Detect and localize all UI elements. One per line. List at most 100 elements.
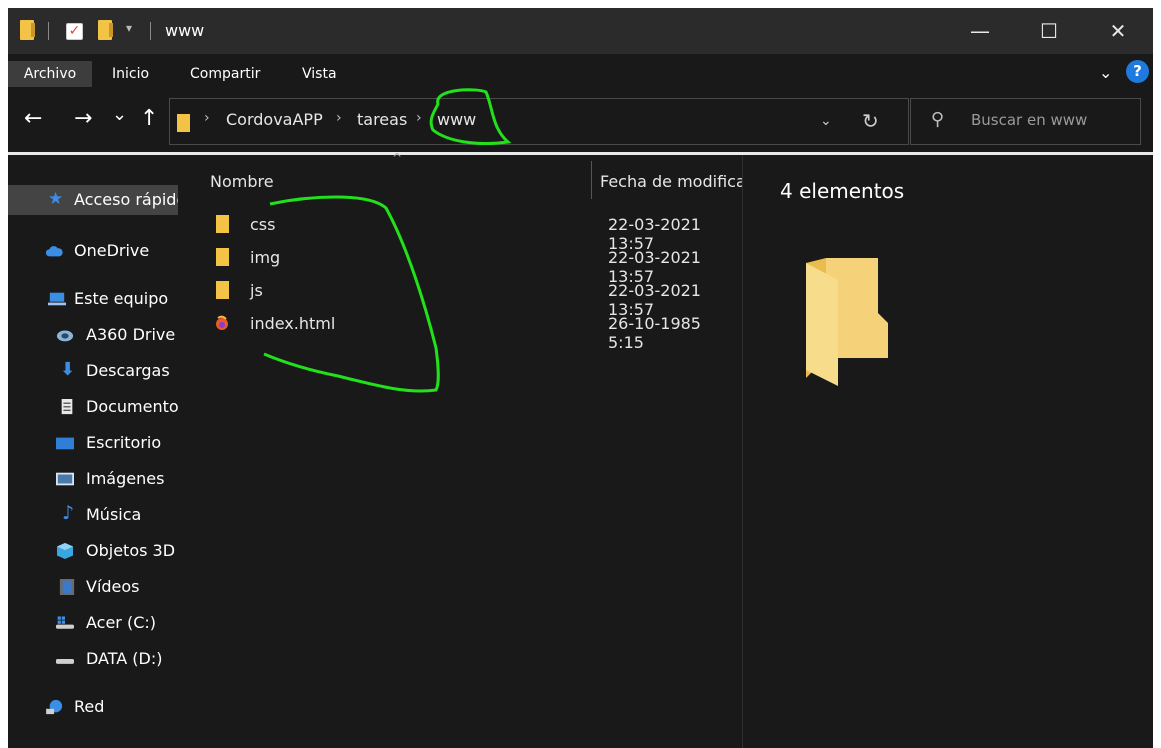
sidebar-item-documentos[interactable]: Documentos bbox=[8, 392, 178, 422]
sidebar-item-acceso-rapido[interactable]: ★ Acceso rápido bbox=[8, 185, 178, 215]
new-folder-icon[interactable] bbox=[98, 20, 113, 40]
sidebar-item-a360-drive[interactable]: A360 Drive bbox=[8, 320, 178, 350]
file-row-js[interactable]: js 22-03-2021 13:57 bbox=[208, 276, 738, 319]
column-header-name[interactable]: Nombre bbox=[210, 172, 274, 191]
file-row-index-html[interactable]: index.html 26-10-1985 5:15 bbox=[208, 309, 738, 352]
separator bbox=[48, 22, 49, 40]
recent-locations-button[interactable]: ⌄ bbox=[112, 103, 127, 127]
download-icon: ⬇ bbox=[60, 359, 76, 380]
file-name: css bbox=[250, 215, 276, 234]
sidebar-item-objetos-3d[interactable]: Objetos 3D bbox=[8, 536, 178, 566]
search-input[interactable] bbox=[971, 111, 1131, 129]
breadcrumb-www[interactable]: www bbox=[437, 110, 476, 129]
close-button[interactable]: ✕ bbox=[1084, 8, 1152, 54]
folder-icon bbox=[216, 281, 229, 299]
sidebar-item-acer-c[interactable]: Acer (C:) bbox=[8, 608, 178, 638]
music-icon: ♪ bbox=[62, 502, 75, 524]
tab-vista[interactable]: Vista bbox=[302, 61, 337, 87]
computer-icon bbox=[48, 292, 66, 306]
document-icon bbox=[61, 399, 73, 415]
tab-archivo[interactable]: Archivo bbox=[8, 61, 92, 87]
sidebar-item-label: OneDrive bbox=[74, 241, 150, 260]
breadcrumb-separator[interactable]: › bbox=[204, 110, 210, 126]
tab-compartir[interactable]: Compartir bbox=[190, 61, 260, 87]
file-name: js bbox=[250, 281, 263, 300]
sidebar-item-descargas[interactable]: ⬇ Descargas bbox=[8, 356, 178, 386]
file-row-css[interactable]: css 22-03-2021 13:57 bbox=[208, 210, 738, 253]
search-box[interactable]: ⚲ bbox=[910, 98, 1141, 145]
sidebar-item-videos[interactable]: Vídeos bbox=[8, 572, 178, 602]
sidebar-item-label: Este equipo bbox=[74, 289, 169, 308]
sidebar-item-musica[interactable]: ♪ Música bbox=[8, 500, 178, 530]
file-name: index.html bbox=[250, 314, 336, 333]
drive-icon bbox=[56, 659, 74, 664]
breadcrumb-separator[interactable]: › bbox=[336, 110, 342, 126]
up-button[interactable]: ↑ bbox=[140, 107, 158, 131]
title-bar[interactable]: ✓ ▾ www — ☐ ✕ bbox=[8, 8, 1153, 54]
file-row-img[interactable]: img 22-03-2021 13:57 bbox=[208, 243, 738, 286]
sidebar-item-label: Descargas bbox=[86, 361, 170, 380]
navigation-bar: ← → ⌄ ↑ › CordovaAPP › tareas › www ⌄ ↻ … bbox=[8, 91, 1153, 154]
desktop-icon bbox=[56, 437, 74, 450]
minimize-button[interactable]: — bbox=[946, 8, 1014, 54]
properties-icon[interactable]: ✓ bbox=[66, 23, 83, 40]
sidebar-item-label: Objetos 3D bbox=[86, 541, 176, 560]
pane-divider[interactable] bbox=[742, 155, 743, 748]
cloud-icon bbox=[45, 246, 63, 257]
sidebar-item-onedrive[interactable]: OneDrive bbox=[8, 236, 178, 266]
cube-icon bbox=[57, 543, 73, 559]
ribbon: Archivo Inicio Compartir Vista ⌄ ? bbox=[8, 54, 1153, 91]
refresh-icon[interactable]: ↻ bbox=[862, 109, 879, 133]
file-date: 26-10-1985 5:15 bbox=[608, 314, 701, 352]
html-file-icon bbox=[216, 315, 228, 330]
sidebar-item-label: Vídeos bbox=[86, 577, 140, 596]
breadcrumb-tareas[interactable]: tareas bbox=[357, 110, 407, 129]
chevron-down-icon[interactable]: ⌄ bbox=[820, 113, 832, 129]
drive-windows-icon bbox=[56, 616, 74, 629]
sidebar-item-red[interactable]: Red bbox=[8, 692, 178, 722]
folder-icon bbox=[20, 20, 35, 40]
navigation-pane: ★ Acceso rápido OneDrive Este equipo A36… bbox=[8, 155, 178, 748]
search-icon: ⚲ bbox=[931, 109, 945, 130]
address-bar[interactable]: › CordovaAPP › tareas › www ⌄ ↻ bbox=[169, 98, 909, 145]
sidebar-item-este-equipo[interactable]: Este equipo bbox=[8, 284, 178, 314]
sidebar-item-imagenes[interactable]: Imágenes bbox=[8, 464, 178, 494]
folder-icon bbox=[177, 114, 190, 132]
help-icon[interactable]: ? bbox=[1126, 60, 1149, 83]
sidebar-item-label: Acer (C:) bbox=[86, 613, 157, 632]
sidebar-item-escritorio[interactable]: Escritorio bbox=[8, 428, 178, 458]
breadcrumb-separator[interactable]: › bbox=[416, 110, 422, 126]
sidebar-item-data-d[interactable]: DATA (D:) bbox=[8, 644, 178, 674]
forward-button[interactable]: → bbox=[74, 107, 92, 131]
tab-inicio[interactable]: Inicio bbox=[112, 61, 149, 87]
large-folder-icon bbox=[806, 258, 888, 386]
folder-icon bbox=[216, 248, 229, 266]
a360-drive-icon bbox=[56, 330, 74, 342]
column-header-date[interactable]: Fecha de modifica bbox=[600, 172, 742, 191]
file-list: ^ Nombre Fecha de modifica css 22-03-202… bbox=[188, 151, 742, 748]
back-button[interactable]: ← bbox=[24, 107, 42, 131]
image-icon bbox=[56, 472, 74, 486]
video-icon bbox=[59, 579, 75, 595]
sidebar-item-label: Acceso rápido bbox=[74, 190, 178, 209]
sidebar-item-label: Música bbox=[86, 505, 142, 524]
sidebar-item-label: Red bbox=[74, 697, 105, 716]
item-count: 4 elementos bbox=[780, 179, 905, 203]
expand-ribbon-icon[interactable]: ⌄ bbox=[1099, 63, 1112, 82]
folder-icon bbox=[216, 215, 229, 233]
sidebar-item-label: Imágenes bbox=[86, 469, 165, 488]
file-name: img bbox=[250, 248, 281, 267]
network-icon bbox=[46, 699, 63, 715]
column-separator[interactable] bbox=[591, 161, 592, 199]
breadcrumb-cordovaapp[interactable]: CordovaAPP bbox=[226, 110, 323, 129]
star-icon: ★ bbox=[48, 189, 64, 209]
sidebar-item-label: Documentos bbox=[86, 397, 178, 416]
sort-ascending-icon: ^ bbox=[392, 151, 403, 165]
sidebar-item-label: A360 Drive bbox=[86, 325, 176, 344]
sidebar-item-label: DATA (D:) bbox=[86, 649, 163, 668]
sidebar-item-label: Escritorio bbox=[86, 433, 162, 452]
window-title: www bbox=[165, 21, 205, 40]
maximize-button[interactable]: ☐ bbox=[1015, 8, 1083, 54]
customize-quick-access-icon[interactable]: ▾ bbox=[126, 21, 132, 43]
separator bbox=[150, 22, 151, 40]
